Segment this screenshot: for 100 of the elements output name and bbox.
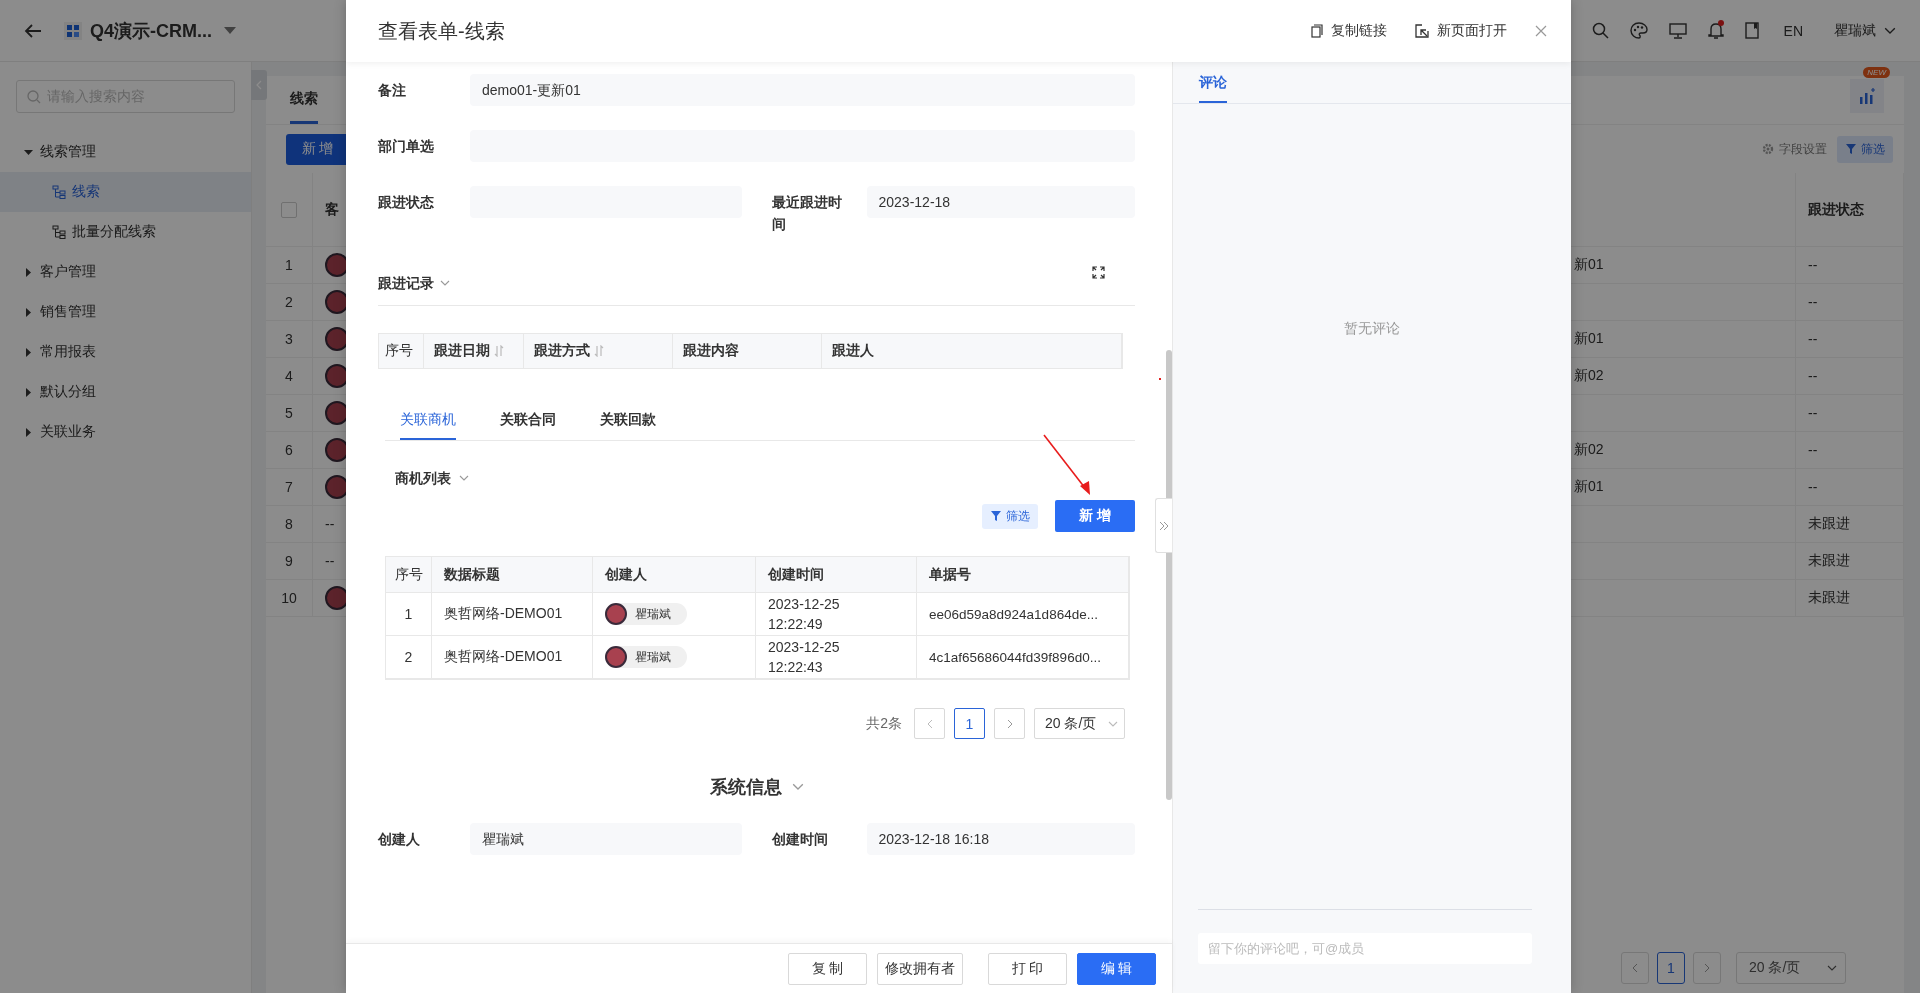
row-number: 5 — [285, 405, 293, 421]
avatar — [325, 253, 349, 277]
copy-link-button[interactable]: 复制链接 — [1311, 22, 1387, 40]
app-logo-icon — [64, 21, 82, 40]
row-number: 10 — [281, 590, 297, 606]
footer-button[interactable]: 打 印 — [988, 952, 1067, 985]
field-label: 部门单选 — [378, 137, 435, 156]
tab[interactable]: 关联回款 — [600, 400, 656, 440]
list-title[interactable]: 商机列表 — [395, 467, 451, 489]
tab[interactable]: 线索 — [290, 90, 318, 124]
fullscreen-icon[interactable] — [1092, 266, 1105, 279]
search-icon — [27, 89, 41, 104]
language-menu[interactable]: EN — [1783, 22, 1803, 39]
sidebar-group[interactable]: 线索管理 — [0, 132, 251, 172]
avatar — [325, 327, 349, 351]
field-value: 2023-12-18 16:18 — [866, 823, 1135, 855]
table-cell: 未跟进 — [1808, 552, 1850, 570]
field-value: 瞿瑞斌 — [470, 823, 742, 855]
table-cell-text: 2023-12-25 12:22:49 — [768, 595, 841, 634]
tab[interactable]: 评论 — [1199, 74, 1227, 103]
sidebar-group[interactable]: 客户管理 — [0, 252, 251, 292]
column-header: 客 — [325, 200, 339, 219]
monitor-icon[interactable] — [1668, 22, 1687, 39]
sort-icon[interactable] — [494, 345, 504, 357]
page-size-select[interactable]: 20 条/页 — [1736, 952, 1846, 984]
sidebar-group[interactable]: 默认分组 — [0, 372, 251, 412]
back-arrow-icon[interactable] — [24, 22, 42, 39]
filter-icon — [1845, 143, 1857, 155]
field-label: 创建人 — [378, 830, 421, 849]
user-menu[interactable]: 瞿瑞斌 — [1834, 21, 1896, 40]
chevron-right-icon — [1704, 963, 1710, 973]
footer-button[interactable]: 修改拥有者 — [877, 952, 963, 985]
add-button[interactable]: 新 增 — [1055, 500, 1135, 532]
column-header[interactable]: 序号 — [379, 334, 424, 368]
gear-icon — [1762, 143, 1774, 155]
column-header[interactable]: 跟进日期 — [424, 334, 524, 368]
page-button[interactable]: 1 — [954, 708, 985, 739]
checkbox[interactable] — [281, 201, 297, 218]
avatar — [325, 438, 349, 462]
page-button[interactable]: 1 — [1657, 952, 1685, 984]
column-header[interactable]: 跟进人 — [822, 334, 1122, 368]
field-value: demo01-更新01 — [470, 74, 1135, 106]
total-count: 共2条 — [866, 714, 902, 733]
table-cell: ee06d59a8d924a1d864de... — [929, 606, 1098, 622]
footer-button[interactable]: 编 辑 — [1077, 952, 1156, 985]
column-header: 创建时间 — [768, 565, 824, 584]
sidebar-group[interactable]: 关联业务 — [0, 412, 251, 452]
field-settings-button[interactable]: 字段设置 — [1762, 140, 1827, 158]
table-cell: 未跟进 — [1808, 589, 1850, 607]
user-chip: 瞿瑞斌 — [605, 646, 687, 668]
avatar — [325, 475, 349, 499]
sidebar-item[interactable]: 线索 — [0, 172, 251, 212]
chart-button[interactable] — [1850, 79, 1884, 113]
expand-handle[interactable] — [1155, 498, 1172, 553]
field-label: 备注 — [378, 81, 407, 100]
filter-button[interactable]: 筛选 — [982, 503, 1038, 529]
caret-icon — [1108, 720, 1118, 727]
page-size-select[interactable]: 20 条/页 — [1034, 708, 1125, 739]
row-number: 7 — [285, 479, 293, 495]
section-title[interactable]: 跟进记录 — [378, 273, 450, 305]
add-button[interactable]: 新 增 — [286, 133, 349, 165]
tree-icon — [52, 225, 66, 239]
tab[interactable]: 关联商机 — [400, 400, 456, 440]
table-cell-text: 2023-12-25 12:22:43 — [768, 638, 841, 677]
row-number: 9 — [285, 553, 293, 569]
field-value: 2023-12-18 — [866, 186, 1135, 218]
caret-icon[interactable] — [224, 26, 236, 35]
bell-icon[interactable] — [1707, 21, 1724, 40]
column-header[interactable]: 跟进内容 — [673, 334, 822, 368]
table-cell: -- — [1808, 257, 1818, 273]
palette-icon[interactable] — [1629, 22, 1648, 39]
open-new-page-button[interactable]: 新页面打开 — [1415, 22, 1507, 40]
table-cell: -- — [1808, 442, 1818, 458]
column-header: 数据标题 — [444, 565, 500, 584]
book-icon[interactable] — [1744, 22, 1759, 39]
sidebar-item[interactable]: 批量分配线索 — [0, 212, 251, 252]
column-header[interactable]: 跟进方式 — [524, 334, 673, 368]
bar-chart-icon — [1857, 87, 1877, 105]
copy-icon — [1311, 24, 1323, 38]
footer-button[interactable]: 复 制 — [788, 952, 867, 985]
row-number: 3 — [285, 331, 293, 347]
sort-icon[interactable] — [594, 345, 604, 357]
search-icon[interactable] — [1591, 22, 1609, 39]
close-icon[interactable] — [1535, 25, 1547, 37]
table-cell: 奥哲网络-DEMO01 — [444, 605, 563, 623]
row-number: 2 — [404, 649, 413, 665]
filter-button[interactable]: 筛选 — [1837, 135, 1893, 163]
section-title[interactable]: 系统信息 — [709, 775, 782, 799]
column-header: 序号 — [394, 565, 423, 584]
chevron-down-icon — [459, 475, 469, 481]
dialog-title: 查看表单-线索 — [378, 18, 506, 44]
column-header: 单据号 — [929, 565, 971, 584]
tab[interactable]: 关联合同 — [500, 400, 556, 440]
table-cell: 未跟进 — [1808, 515, 1850, 533]
table-cell: -- — [1808, 405, 1818, 421]
app-title: Q4演示-CRM... — [90, 19, 212, 43]
empty-message: 暂无评论 — [1344, 320, 1400, 336]
sidebar-group[interactable]: 销售管理 — [0, 292, 251, 332]
sidebar-group[interactable]: 常用报表 — [0, 332, 251, 372]
avatar — [605, 646, 627, 668]
